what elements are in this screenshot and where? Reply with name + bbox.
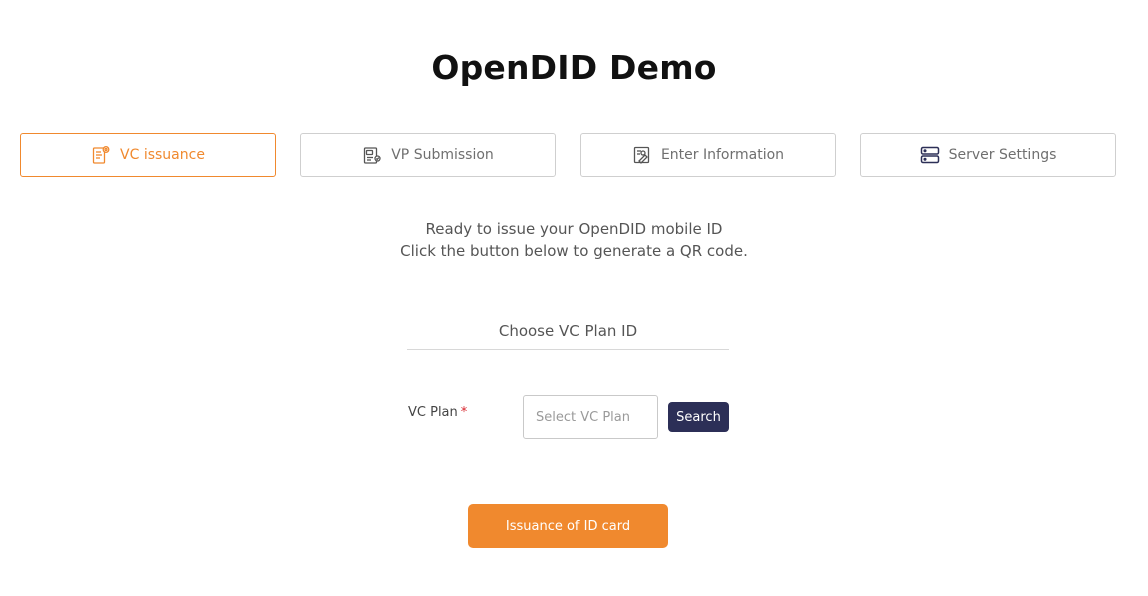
edit-form-icon [632, 145, 652, 165]
search-button[interactable]: Search [668, 402, 729, 432]
vc-plan-label-text: VC Plan [408, 405, 458, 420]
required-mark: * [460, 405, 468, 420]
server-icon [920, 145, 940, 165]
tab-label: Server Settings [948, 147, 1057, 163]
tab-vc-issuance[interactable]: VC issuance [20, 133, 276, 177]
page-title: OpenDID Demo [431, 48, 717, 87]
tab-enter-information[interactable]: Enter Information [580, 133, 836, 177]
tab-label: VP Submission [391, 147, 494, 163]
intro-line-2: Click the button below to generate a QR … [400, 242, 748, 260]
vc-plan-label: VC Plan * [408, 405, 467, 420]
tab-label: Enter Information [660, 147, 785, 163]
vc-document-icon [91, 145, 111, 165]
vc-plan-input[interactable] [523, 395, 658, 439]
section-title: Choose VC Plan ID [407, 322, 729, 350]
intro-text: Ready to issue your OpenDID mobile ID Cl… [0, 218, 1148, 262]
tab-vp-submission[interactable]: VP Submission [300, 133, 556, 177]
tab-label: VC issuance [120, 147, 205, 163]
vp-document-icon [362, 145, 382, 165]
tab-bar: VC issuance VP Submission Enter Informat… [20, 133, 1116, 177]
tab-server-settings[interactable]: Server Settings [860, 133, 1116, 177]
issue-id-card-button[interactable]: Issuance of ID card [468, 504, 668, 548]
intro-line-1: Ready to issue your OpenDID mobile ID [425, 220, 723, 238]
vc-plan-row: VC Plan* Search [407, 395, 729, 439]
